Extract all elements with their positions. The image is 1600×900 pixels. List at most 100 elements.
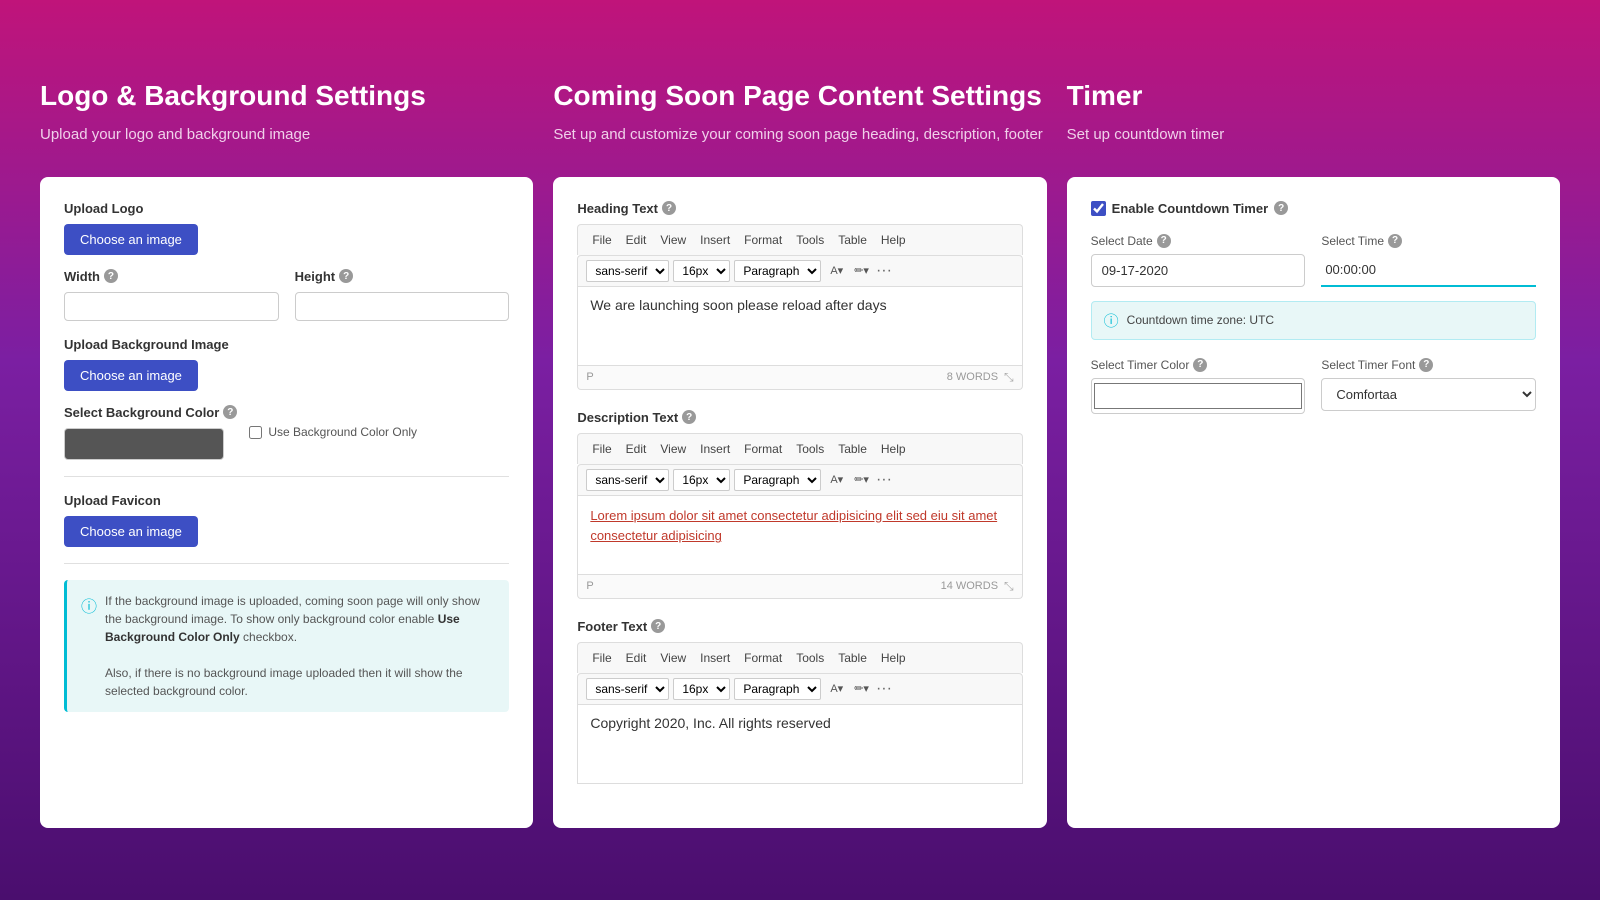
bg-color-label: Select Background Color ? (64, 405, 237, 420)
desc-editor-body[interactable]: Lorem ipsum dolor sit amet consectetur a… (577, 495, 1022, 575)
use-bg-only-checkbox[interactable] (249, 426, 262, 439)
footer-editor-body[interactable]: Copyright 2020, Inc. All rights reserved (577, 704, 1022, 784)
bg-color-help-icon[interactable]: ? (223, 405, 237, 419)
width-field-group: Width ? (64, 269, 279, 321)
desc-toolbar-tools[interactable]: Tools (790, 438, 830, 460)
heading-font-select[interactable]: sans-serif (586, 260, 669, 282)
enable-timer-help-icon[interactable]: ? (1274, 201, 1288, 215)
heading-size-select[interactable]: 16px (673, 260, 730, 282)
upload-logo-label: Upload Logo (64, 201, 509, 216)
heading-toolbar-table[interactable]: Table (832, 229, 873, 251)
desc-toolbar-view[interactable]: View (654, 438, 692, 460)
footer-toolbar-table[interactable]: Table (832, 647, 873, 669)
time-input[interactable] (1321, 254, 1536, 287)
footer-editor-section: Footer Text ? File Edit View Insert Form… (577, 619, 1022, 784)
content-title: Coming Soon Page Content Settings (553, 80, 1046, 112)
timer-title: Timer (1067, 80, 1560, 112)
use-bg-only-checkbox-label[interactable]: Use Background Color Only (249, 425, 417, 439)
footer-size-select[interactable]: 16px (673, 678, 730, 700)
footer-highlight-icon[interactable]: ✏▾ (849, 679, 874, 698)
heading-toolbar-file[interactable]: File (586, 229, 617, 251)
footer-toolbar-file[interactable]: File (586, 647, 617, 669)
footer-more-icon[interactable]: ··· (876, 680, 892, 698)
heading-toolbar-tools[interactable]: Tools (790, 229, 830, 251)
heading-help-icon[interactable]: ? (662, 201, 676, 215)
timezone-text: Countdown time zone: UTC (1127, 313, 1274, 327)
timer-font-label: Select Timer Font ? (1321, 358, 1536, 372)
desc-toolbar-file[interactable]: File (586, 438, 617, 460)
footer-toolbar-insert[interactable]: Insert (694, 647, 736, 669)
desc-toolbar-help[interactable]: Help (875, 438, 912, 460)
timer-font-help-icon[interactable]: ? (1419, 358, 1433, 372)
heading-editor-body[interactable]: We are launching soon please reload afte… (577, 286, 1022, 366)
heading-editor-section: Heading Text ? File Edit View Insert For… (577, 201, 1022, 390)
footer-toolbar-help[interactable]: Help (875, 647, 912, 669)
heading-toolbar-view[interactable]: View (654, 229, 692, 251)
timer-color-help-icon[interactable]: ? (1193, 358, 1207, 372)
choose-bg-button[interactable]: Choose an image (64, 360, 198, 391)
heading-font-color-icon[interactable]: A▾ (825, 261, 848, 280)
height-input[interactable] (295, 292, 510, 321)
heading-toolbar-help[interactable]: Help (875, 229, 912, 251)
heading-toolbar-insert[interactable]: Insert (694, 229, 736, 251)
heading-word-count: 8 WORDS (947, 371, 998, 383)
info-icon: ⓘ (81, 593, 97, 700)
desc-toolbar-format[interactable]: Format (738, 438, 788, 460)
heading-more-icon[interactable]: ··· (876, 262, 892, 280)
desc-highlight-icon[interactable]: ✏▾ (849, 470, 874, 489)
footer-toolbar-format[interactable]: Format (738, 647, 788, 669)
content-header: Coming Soon Page Content Settings Set up… (553, 80, 1046, 147)
height-label: Height ? (295, 269, 510, 284)
desc-toolbar-insert[interactable]: Insert (694, 438, 736, 460)
footer-paragraph-select[interactable]: Paragraph (734, 678, 821, 700)
desc-editor-footer: P 14 WORDS ⤡ (577, 575, 1022, 599)
desc-toolbar-table[interactable]: Table (832, 438, 873, 460)
select-time-label: Select Time ? (1321, 234, 1536, 248)
content-panel: Heading Text ? File Edit View Insert For… (553, 177, 1046, 828)
desc-help-icon[interactable]: ? (682, 410, 696, 424)
heading-format-toolbar: sans-serif 16px Paragraph A▾ ✏▾ ··· (577, 255, 1022, 286)
bg-color-swatch[interactable] (64, 428, 224, 460)
desc-font-select[interactable]: sans-serif (586, 469, 669, 491)
heading-toolbar-format[interactable]: Format (738, 229, 788, 251)
footer-toolbar-edit[interactable]: Edit (620, 647, 653, 669)
logo-bg-subtitle: Upload your logo and background image (40, 124, 533, 147)
date-help-icon[interactable]: ? (1157, 234, 1171, 248)
desc-paragraph-select[interactable]: Paragraph (734, 469, 821, 491)
date-input[interactable] (1091, 254, 1306, 287)
footer-help-icon[interactable]: ? (651, 619, 665, 633)
choose-favicon-button[interactable]: Choose an image (64, 516, 198, 547)
desc-size-select[interactable]: 16px (673, 469, 730, 491)
timer-font-select[interactable]: Comfortaa Arial Helvetica Georgia Times … (1321, 378, 1536, 411)
choose-logo-button[interactable]: Choose an image (64, 224, 198, 255)
footer-toolbar: File Edit View Insert Format Tools Table… (577, 642, 1022, 673)
heading-paragraph-select[interactable]: Paragraph (734, 260, 821, 282)
select-date-group: Select Date ? (1091, 234, 1306, 287)
desc-more-icon[interactable]: ··· (876, 471, 892, 489)
enable-timer-checkbox[interactable] (1091, 201, 1106, 216)
heading-toolbar-edit[interactable]: Edit (620, 229, 653, 251)
enable-timer-row: Enable Countdown Timer ? (1091, 201, 1536, 216)
footer-font-color-icon[interactable]: A▾ (825, 679, 848, 698)
width-label: Width ? (64, 269, 279, 284)
height-help-icon[interactable]: ? (339, 269, 353, 283)
desc-toolbar-edit[interactable]: Edit (620, 438, 653, 460)
width-input[interactable] (64, 292, 279, 321)
heading-resize-handle[interactable]: ⤡ (1004, 370, 1014, 385)
timer-color-input[interactable] (1091, 378, 1306, 414)
timer-header: Timer Set up countdown timer (1067, 80, 1560, 147)
footer-toolbar-tools[interactable]: Tools (790, 647, 830, 669)
upload-bg-label: Upload Background Image (64, 337, 509, 352)
footer-content: Copyright 2020, Inc. All rights reserved (590, 715, 830, 731)
heading-highlight-icon[interactable]: ✏▾ (849, 261, 874, 280)
content-subtitle: Set up and customize your coming soon pa… (553, 124, 1046, 147)
time-help-icon[interactable]: ? (1388, 234, 1402, 248)
logo-bg-title: Logo & Background Settings (40, 80, 533, 112)
desc-text-label: Description Text ? (577, 410, 1022, 425)
footer-font-select[interactable]: sans-serif (586, 678, 669, 700)
desc-font-color-icon[interactable]: A▾ (825, 470, 848, 489)
width-help-icon[interactable]: ? (104, 269, 118, 283)
timer-color-group: Select Timer Color ? (1091, 358, 1306, 414)
footer-toolbar-view[interactable]: View (654, 647, 692, 669)
desc-resize-handle[interactable]: ⤡ (1004, 579, 1014, 594)
